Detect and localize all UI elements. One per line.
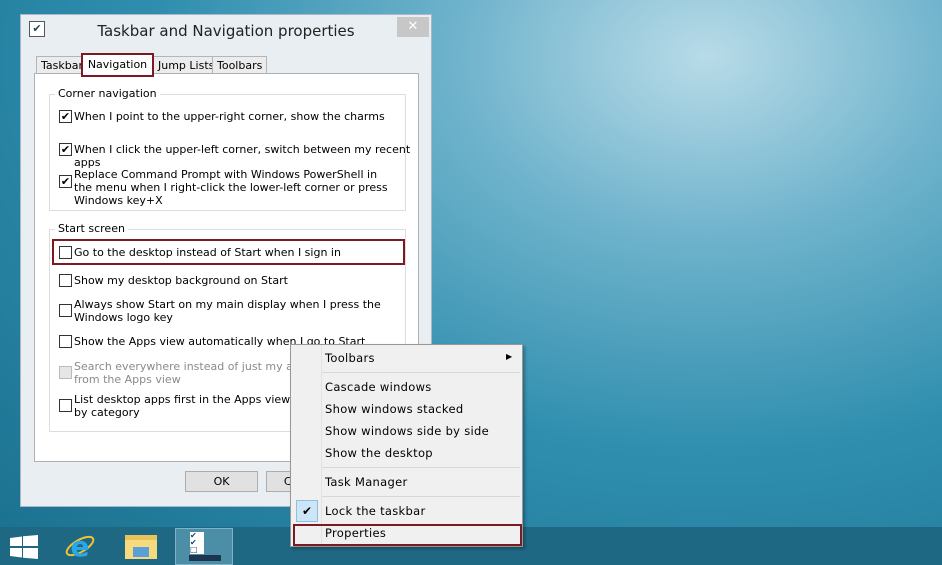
submenu-arrow-icon: ▶ [506,352,513,361]
ok-button[interactable]: OK [185,471,258,492]
search-everywhere-checkbox [59,366,72,379]
main-display-label: Always show Start on my main display whe… [74,298,381,324]
internet-explorer-icon[interactable]: e [64,530,96,563]
menu-item-side-by-side[interactable]: Show windows side by side [325,424,489,438]
menu-item-lock-taskbar[interactable]: Lock the taskbar [325,504,426,518]
powershell-checkbox[interactable]: ✔ [59,175,72,188]
charms-checkbox[interactable]: ✔ [59,110,72,123]
menu-item-task-manager[interactable]: Task Manager [325,475,407,489]
svg-text:e: e [71,530,90,562]
start-screen-label: Start screen [55,222,128,235]
menu-item-properties[interactable]: Properties [325,526,386,540]
menu-item-stacked[interactable]: Show windows stacked [325,402,463,416]
apps-view-checkbox[interactable] [59,335,72,348]
corner-navigation-label: Corner navigation [55,87,160,100]
main-display-checkbox[interactable] [59,304,72,317]
check-icon: ✔ [296,500,318,522]
taskbar-properties-icon[interactable]: ✔ ✔ □ [175,528,233,565]
windows-start-icon[interactable] [10,535,38,559]
dialog-title: Taskbar and Navigation properties [97,22,355,40]
recent-apps-checkbox[interactable]: ✔ [59,143,72,156]
charms-label: When I point to the upper-right corner, … [74,110,385,123]
tab-navigation[interactable]: Navigation [81,53,154,77]
desktop-signin-label: Go to the desktop instead of Start when … [74,246,341,259]
powershell-label: Replace Command Prompt with Windows Powe… [74,168,388,207]
desktop-background-label: Show my desktop background on Start [74,274,288,287]
close-button[interactable]: ✕ [397,17,429,37]
menu-item-cascade[interactable]: Cascade windows [325,380,432,394]
desktop-background-checkbox[interactable] [59,274,72,287]
desktop-apps-first-checkbox[interactable] [59,399,72,412]
recent-apps-label: When I click the upper-left corner, swit… [74,143,411,169]
taskbar-context-menu: Toolbars ▶ Cascade windows Show windows … [290,344,523,547]
menu-item-show-desktop[interactable]: Show the desktop [325,446,433,460]
menu-item-toolbars[interactable]: Toolbars [325,351,375,365]
file-explorer-icon[interactable] [124,532,158,560]
desktop-signin-checkbox[interactable] [59,246,72,259]
